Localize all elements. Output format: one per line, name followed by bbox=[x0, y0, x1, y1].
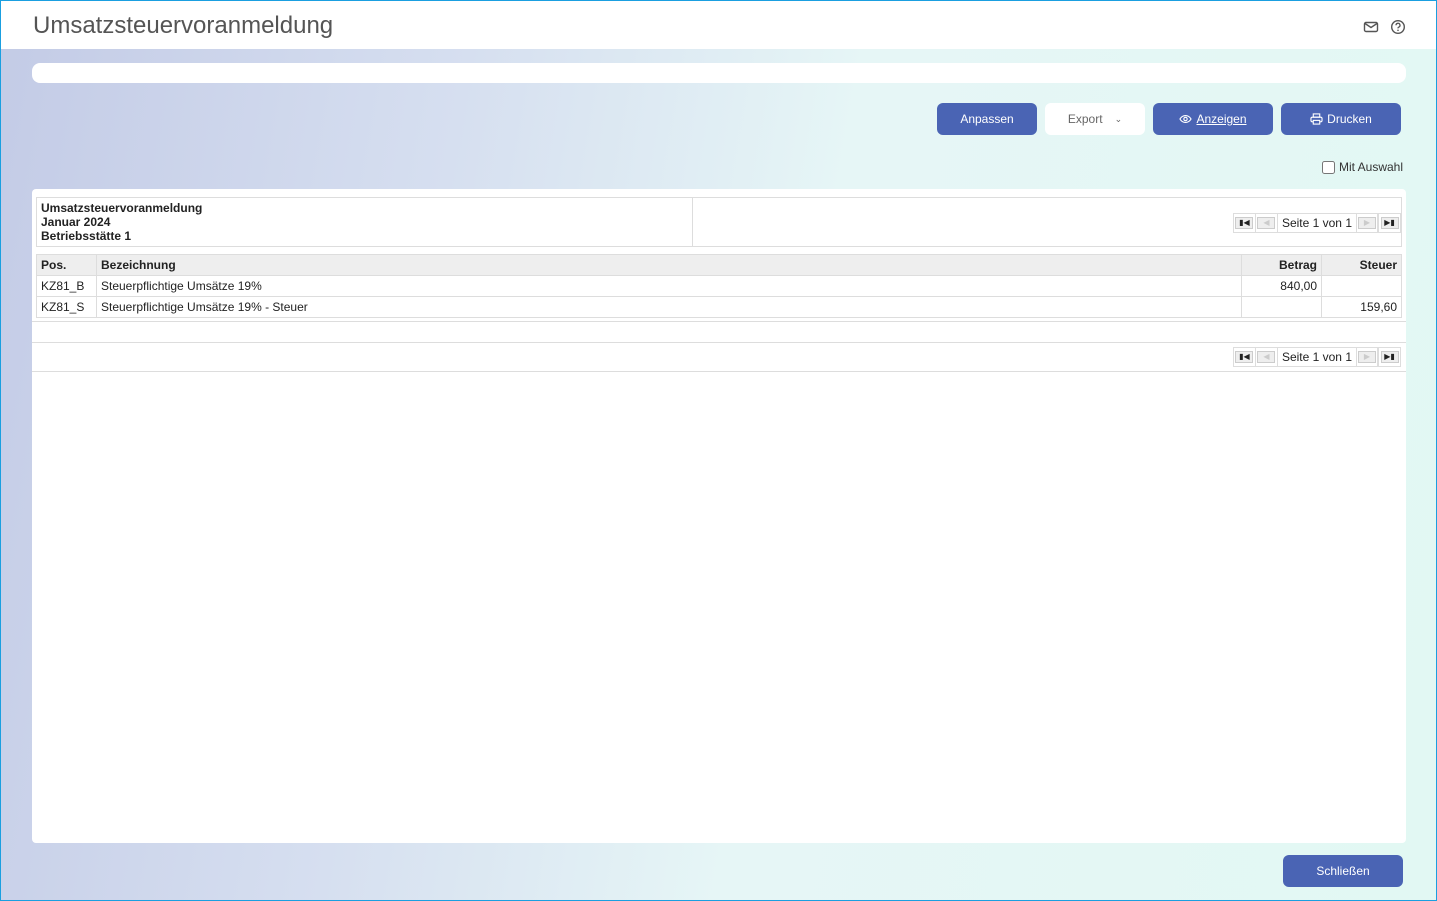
eye-icon bbox=[1179, 114, 1193, 124]
prev-page-button[interactable]: ◀ bbox=[1256, 214, 1278, 232]
next-page-button[interactable]: ▶ bbox=[1356, 214, 1378, 232]
checkbox[interactable] bbox=[1322, 160, 1335, 174]
close-label: Schließen bbox=[1316, 864, 1370, 878]
divider bbox=[32, 371, 1406, 372]
table-row[interactable]: KZ81_S Steuerpflichtige Umsätze 19% - Ste… bbox=[36, 296, 1402, 318]
cell-tax: 159,60 bbox=[1321, 296, 1402, 318]
divider bbox=[32, 321, 1406, 322]
report-panel: Umsatzsteuervoranmeldung Januar 2024 Betri… bbox=[32, 189, 1406, 843]
print-label: Drucken bbox=[1327, 112, 1372, 126]
header: Umsatzsteuervoranmeldung bbox=[1, 1, 1436, 49]
pager-top: ▮◀ ◀ Seite 1 von 1 ▶ ▶▮ bbox=[1232, 213, 1401, 233]
report-header: Umsatzsteuervoranmeldung Januar 2024 Betri… bbox=[36, 197, 1402, 247]
print-button[interactable]: Drucken bbox=[1281, 103, 1401, 135]
pager-bottom: ▮◀ ◀ Seite 1 von 1 ▶ ▶▮ bbox=[1232, 347, 1401, 367]
col-pos[interactable]: Pos. bbox=[36, 254, 97, 276]
page-title: Umsatzsteuervoranmeldung bbox=[33, 12, 334, 39]
export-dropdown[interactable]: Export ⌄ bbox=[1045, 103, 1145, 135]
cell-description: Steuerpflichtige Umsätze 19% - Steuer bbox=[96, 296, 1242, 318]
printer-icon bbox=[1310, 113, 1323, 125]
cell-amount: 840,00 bbox=[1241, 275, 1322, 297]
prev-page-button[interactable]: ◀ bbox=[1256, 348, 1278, 366]
report-period: Januar 2024 bbox=[41, 215, 111, 229]
cell-amount bbox=[1241, 296, 1322, 318]
report-title: Umsatzsteuervoranmeldung bbox=[41, 201, 203, 215]
col-tax[interactable]: Steuer bbox=[1321, 254, 1402, 276]
page-indicator: Seite 1 von 1 bbox=[1281, 350, 1352, 364]
cell-pos: KZ81_B bbox=[36, 275, 97, 297]
cell-description: Steuerpflichtige Umsätze 19% bbox=[96, 275, 1242, 297]
help-icon[interactable] bbox=[1390, 19, 1406, 35]
col-amount[interactable]: Betrag bbox=[1241, 254, 1322, 276]
page-indicator: Seite 1 von 1 bbox=[1281, 216, 1352, 230]
window: Umsatzsteuervoranmeldung Anpassen Export… bbox=[0, 0, 1437, 901]
first-page-button[interactable]: ▮◀ bbox=[1234, 348, 1256, 366]
show-button[interactable]: Anzeigen bbox=[1153, 103, 1273, 135]
divider bbox=[32, 342, 1406, 343]
col-description[interactable]: Bezeichnung bbox=[96, 254, 1242, 276]
table-row[interactable]: KZ81_B Steuerpflichtige Umsätze 19% 840,00 bbox=[36, 275, 1402, 297]
close-button[interactable]: Schließen bbox=[1283, 855, 1403, 887]
with-selection-label: Mit Auswahl bbox=[1339, 160, 1404, 174]
first-page-button[interactable]: ▮◀ bbox=[1234, 214, 1256, 232]
chevron-down-icon: ⌄ bbox=[1114, 113, 1123, 124]
next-page-button[interactable]: ▶ bbox=[1356, 348, 1378, 366]
report-table: Pos. Bezeichnung Betrag Steuer KZ81_B Steuer… bbox=[36, 254, 1402, 318]
table-header: Pos. Bezeichnung Betrag Steuer bbox=[36, 254, 1402, 276]
search-bar[interactable] bbox=[32, 63, 1406, 83]
export-label: Export bbox=[1067, 112, 1103, 126]
report-site: Betriebsstätte 1 bbox=[41, 229, 132, 243]
cell-pos: KZ81_S bbox=[36, 296, 97, 318]
cell-tax bbox=[1321, 275, 1402, 297]
customize-label: Anpassen bbox=[960, 112, 1014, 126]
customize-button[interactable]: Anpassen bbox=[937, 103, 1037, 135]
mail-icon[interactable] bbox=[1363, 19, 1379, 35]
last-page-button[interactable]: ▶▮ bbox=[1378, 214, 1400, 232]
show-label: Anzeigen bbox=[1196, 112, 1247, 126]
with-selection-checkbox[interactable]: Mit Auswahl bbox=[1322, 160, 1403, 174]
last-page-button[interactable]: ▶▮ bbox=[1378, 348, 1400, 366]
